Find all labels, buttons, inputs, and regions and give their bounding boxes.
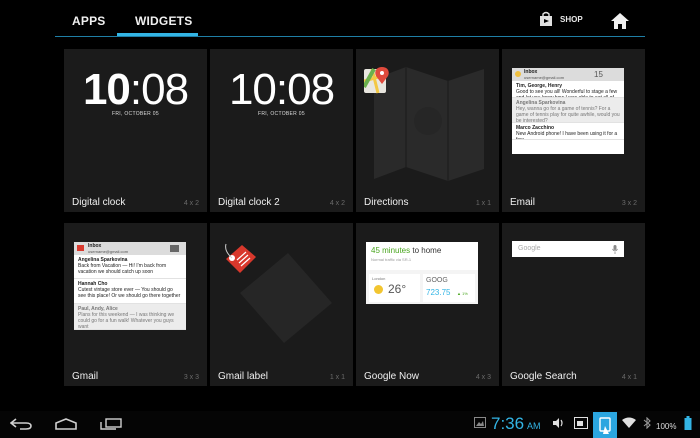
- email-row: Tim, George, Henry Good to see you all! W…: [512, 81, 624, 98]
- widget-dims: 4 x 1: [621, 374, 637, 381]
- gmail-row: Angelina Sparkovina Back from Vacation — …: [74, 255, 186, 279]
- bluetooth-icon: [643, 417, 651, 429]
- clock-date: FRI, OCTOBER 05: [112, 111, 159, 117]
- battery-percent: 100%: [656, 422, 677, 431]
- gmail-row: Paul, Andy, Alice Plans for this weekend …: [74, 304, 186, 330]
- volume-icon[interactable]: [552, 417, 564, 429]
- wifi-icon: [622, 417, 636, 428]
- widget-preview: Inbox username@gmail.com Angelina Sparko…: [64, 223, 207, 363]
- shop-button[interactable]: SHOP: [538, 11, 583, 27]
- google-now-preview: 45 minutes to home Normal traffic via SR…: [366, 242, 478, 304]
- widget-name: Digital clock 2: [218, 197, 280, 208]
- usb-device-icon: [599, 417, 611, 434]
- widget-preview: 10:08 FRI, OCTOBER 05: [64, 49, 207, 189]
- widget-dims: 3 x 3: [183, 374, 199, 381]
- google-now-eta-card: 45 minutes to home Normal traffic via SR…: [366, 242, 478, 270]
- google-search-bar: Google: [512, 241, 624, 257]
- widget-dims: 3 x 2: [621, 200, 637, 207]
- screenshot-icon: [474, 417, 486, 428]
- widget-dims: 4 x 2: [183, 200, 199, 207]
- usb-notification-button[interactable]: [593, 412, 617, 438]
- gmail-row: Hannah Cho Cutest vintage store ever — Yo…: [74, 279, 186, 304]
- widget-preview: 10:08 FRI, OCTOBER 05: [210, 49, 353, 189]
- top-divider: [55, 36, 645, 37]
- recent-apps-icon[interactable]: [100, 418, 122, 430]
- widget-card-gmail[interactable]: Inbox username@gmail.com Angelina Sparko…: [64, 223, 207, 386]
- email-row: Marco Zacchino New Android phone! I have …: [512, 123, 624, 140]
- email-preview: Inbox username@gmail.com 15 Tim, George,…: [512, 68, 624, 154]
- gmail-preview-header: Inbox username@gmail.com: [74, 242, 186, 255]
- google-now-weather-card: London 26°: [369, 274, 420, 302]
- widget-preview: Google: [502, 223, 645, 363]
- widget-card-directions[interactable]: Directions 1 x 1: [356, 49, 499, 212]
- clock-status[interactable]: 7:36: [491, 414, 524, 434]
- clock-time: 10:08: [228, 65, 335, 114]
- tab-apps[interactable]: APPS: [72, 14, 105, 28]
- gmail-label-icon: [225, 243, 256, 273]
- widget-dims: 4 x 3: [475, 374, 491, 381]
- back-icon[interactable]: [10, 418, 32, 430]
- widget-preview: 45 minutes to home Normal traffic via SR…: [356, 223, 499, 363]
- widget-dims: 1 x 1: [475, 200, 491, 207]
- microphone-icon: [612, 245, 618, 254]
- screen-cast-icon[interactable]: [574, 417, 588, 429]
- widget-card-digital-clock-2[interactable]: 10:08 FRI, OCTOBER 05 Digital clock 2 4 …: [210, 49, 353, 212]
- clock-time: 10:08: [82, 65, 189, 114]
- shop-label: SHOP: [560, 14, 583, 24]
- widget-name: Directions: [364, 197, 409, 208]
- widget-name: Email: [510, 197, 536, 208]
- widget-name: Google Now: [364, 371, 420, 382]
- battery-icon: [684, 416, 692, 430]
- widget-name: Gmail: [72, 371, 99, 382]
- top-bar: APPS WIDGETS SHOP: [0, 0, 700, 40]
- widget-name: Gmail label: [218, 371, 269, 382]
- widget-name: Digital clock: [72, 197, 126, 208]
- widget-preview: Inbox username@gmail.com 15 Tim, George,…: [502, 49, 645, 189]
- google-now-stock-card: GOOG 723.75 ▲ 1%: [423, 274, 475, 302]
- email-preview-header: Inbox username@gmail.com 15: [512, 68, 624, 81]
- widget-dims: 1 x 1: [329, 374, 345, 381]
- email-row: Angelina Sparkovina Hey, wanna go for a g…: [512, 98, 624, 123]
- widget-name: Google Search: [510, 371, 577, 382]
- widget-dims: 4 x 2: [329, 200, 345, 207]
- widget-preview: [356, 49, 499, 189]
- widget-card-google-search[interactable]: Google Google Search 4 x 1: [502, 223, 645, 386]
- tab-widgets[interactable]: WIDGETS: [135, 14, 192, 28]
- home-nav-icon[interactable]: [55, 418, 77, 430]
- gmail-preview: Inbox username@gmail.com Angelina Sparko…: [74, 242, 186, 330]
- widget-card-google-now[interactable]: 45 minutes to home Normal traffic via SR…: [356, 223, 499, 386]
- maps-pin-icon: [364, 67, 389, 94]
- clock-ampm: AM: [527, 421, 541, 431]
- clock-date: FRI, OCTOBER 05: [258, 111, 305, 117]
- home-icon[interactable]: [610, 12, 630, 30]
- widget-preview: [210, 223, 353, 363]
- widget-card-digital-clock[interactable]: 10:08 FRI, OCTOBER 05 Digital clock 4 x …: [64, 49, 207, 212]
- sun-icon: [374, 285, 383, 294]
- widget-card-gmail-label[interactable]: Gmail label 1 x 1: [210, 223, 353, 386]
- shop-bag-icon: [540, 11, 552, 26]
- widget-card-email[interactable]: Inbox username@gmail.com 15 Tim, George,…: [502, 49, 645, 212]
